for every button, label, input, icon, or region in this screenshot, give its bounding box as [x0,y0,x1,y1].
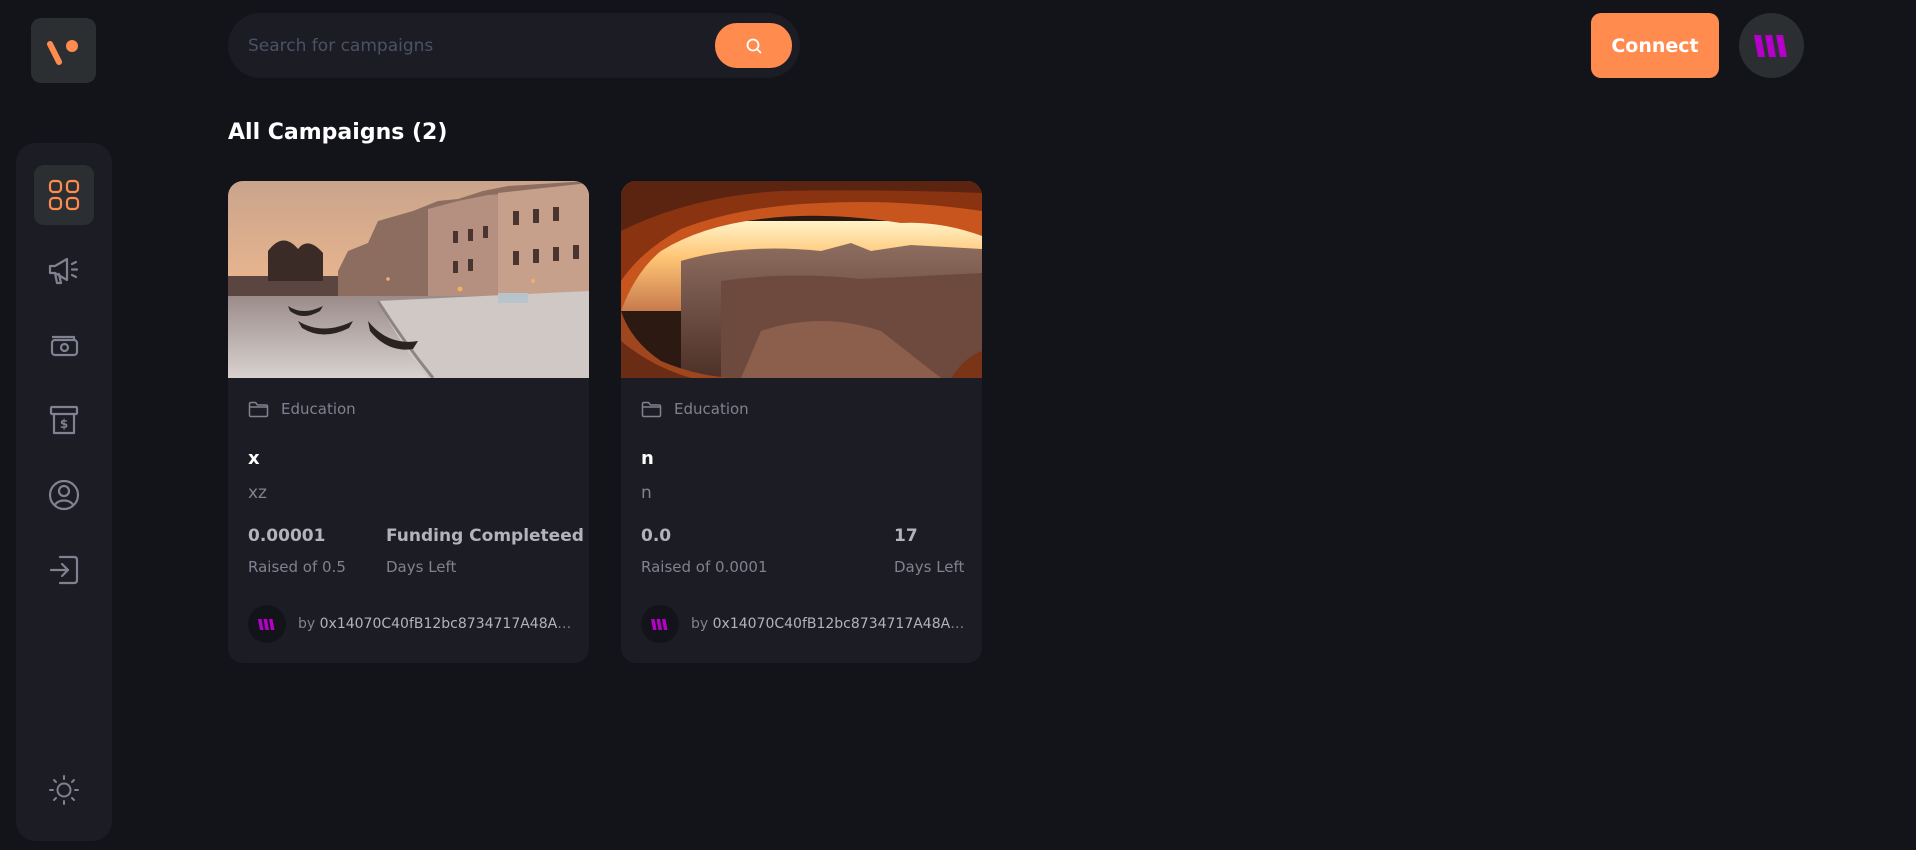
search-bar [228,13,800,78]
brand-avatar-icon [1753,34,1787,57]
raised-amount: 0.0 [641,526,672,546]
withdraw-icon: $ [49,405,79,435]
search-icon [746,38,761,53]
campaign-description: n [641,483,652,503]
campaign-card[interactable]: Education x xz 0.00001 Raised of 0.5 Fun… [228,181,589,663]
raised-label: Raised of 0.5 [248,558,346,576]
page-title: All Campaigns (2) [228,120,448,145]
app-logo[interactable] [31,18,96,83]
campaign-owner: by 0x14070C40fB12bc8734717A48A4... [641,605,971,643]
campaign-category: Education [248,400,356,418]
days-left-value: Funding Completeed [386,526,584,546]
brand-avatar-icon [258,618,275,630]
payment-icon [50,335,79,357]
category-label: Education [674,400,749,418]
folder-icon [248,401,269,417]
sidebar-item-withdraw[interactable]: $ [34,390,94,450]
sidebar-item-campaign[interactable] [34,240,94,300]
search-button[interactable] [715,23,792,68]
search-input[interactable] [248,35,708,56]
days-left-label: Days Left [894,558,965,576]
logo-icon [46,39,78,65]
campaign-image [621,181,982,378]
days-left-label: Days Left [386,558,457,576]
owner-address: by 0x14070C40fB12bc8734717A48A4... [691,616,971,632]
raised-label: Raised of 0.0001 [641,558,768,576]
campaign-title: n [641,448,654,469]
megaphone-icon [48,257,79,285]
category-label: Education [281,400,356,418]
brand-avatar-icon [651,618,668,630]
sidebar-item-logout[interactable] [34,540,94,600]
owner-address: by 0x14070C40fB12bc8734717A48A4... [298,616,578,632]
sidebar-item-dashboard[interactable] [34,165,94,225]
campaign-title: x [248,448,260,469]
campaign-card[interactable]: Education n n 0.0 Raised of 0.0001 17 Da… [621,181,982,663]
campaign-description: xz [248,483,267,503]
profile-icon [48,479,80,511]
owner-avatar [248,605,286,643]
sidebar: $ [16,143,112,841]
raised-amount: 0.00001 [248,526,326,546]
dashboard-icon [48,179,80,211]
days-left-value: 17 [894,526,918,546]
campaign-owner: by 0x14070C40fB12bc8734717A48A4... [248,605,578,643]
logout-icon [49,555,79,585]
sun-icon [49,775,79,805]
svg-text:$: $ [60,417,68,431]
owner-avatar [641,605,679,643]
connect-button[interactable]: Connect [1591,13,1719,78]
theme-toggle[interactable] [34,760,94,820]
sidebar-item-payment[interactable] [34,315,94,375]
campaign-image [228,181,589,378]
sidebar-item-profile[interactable] [34,465,94,525]
profile-avatar[interactable] [1739,13,1804,78]
campaign-category: Education [641,400,749,418]
folder-icon [641,401,662,417]
